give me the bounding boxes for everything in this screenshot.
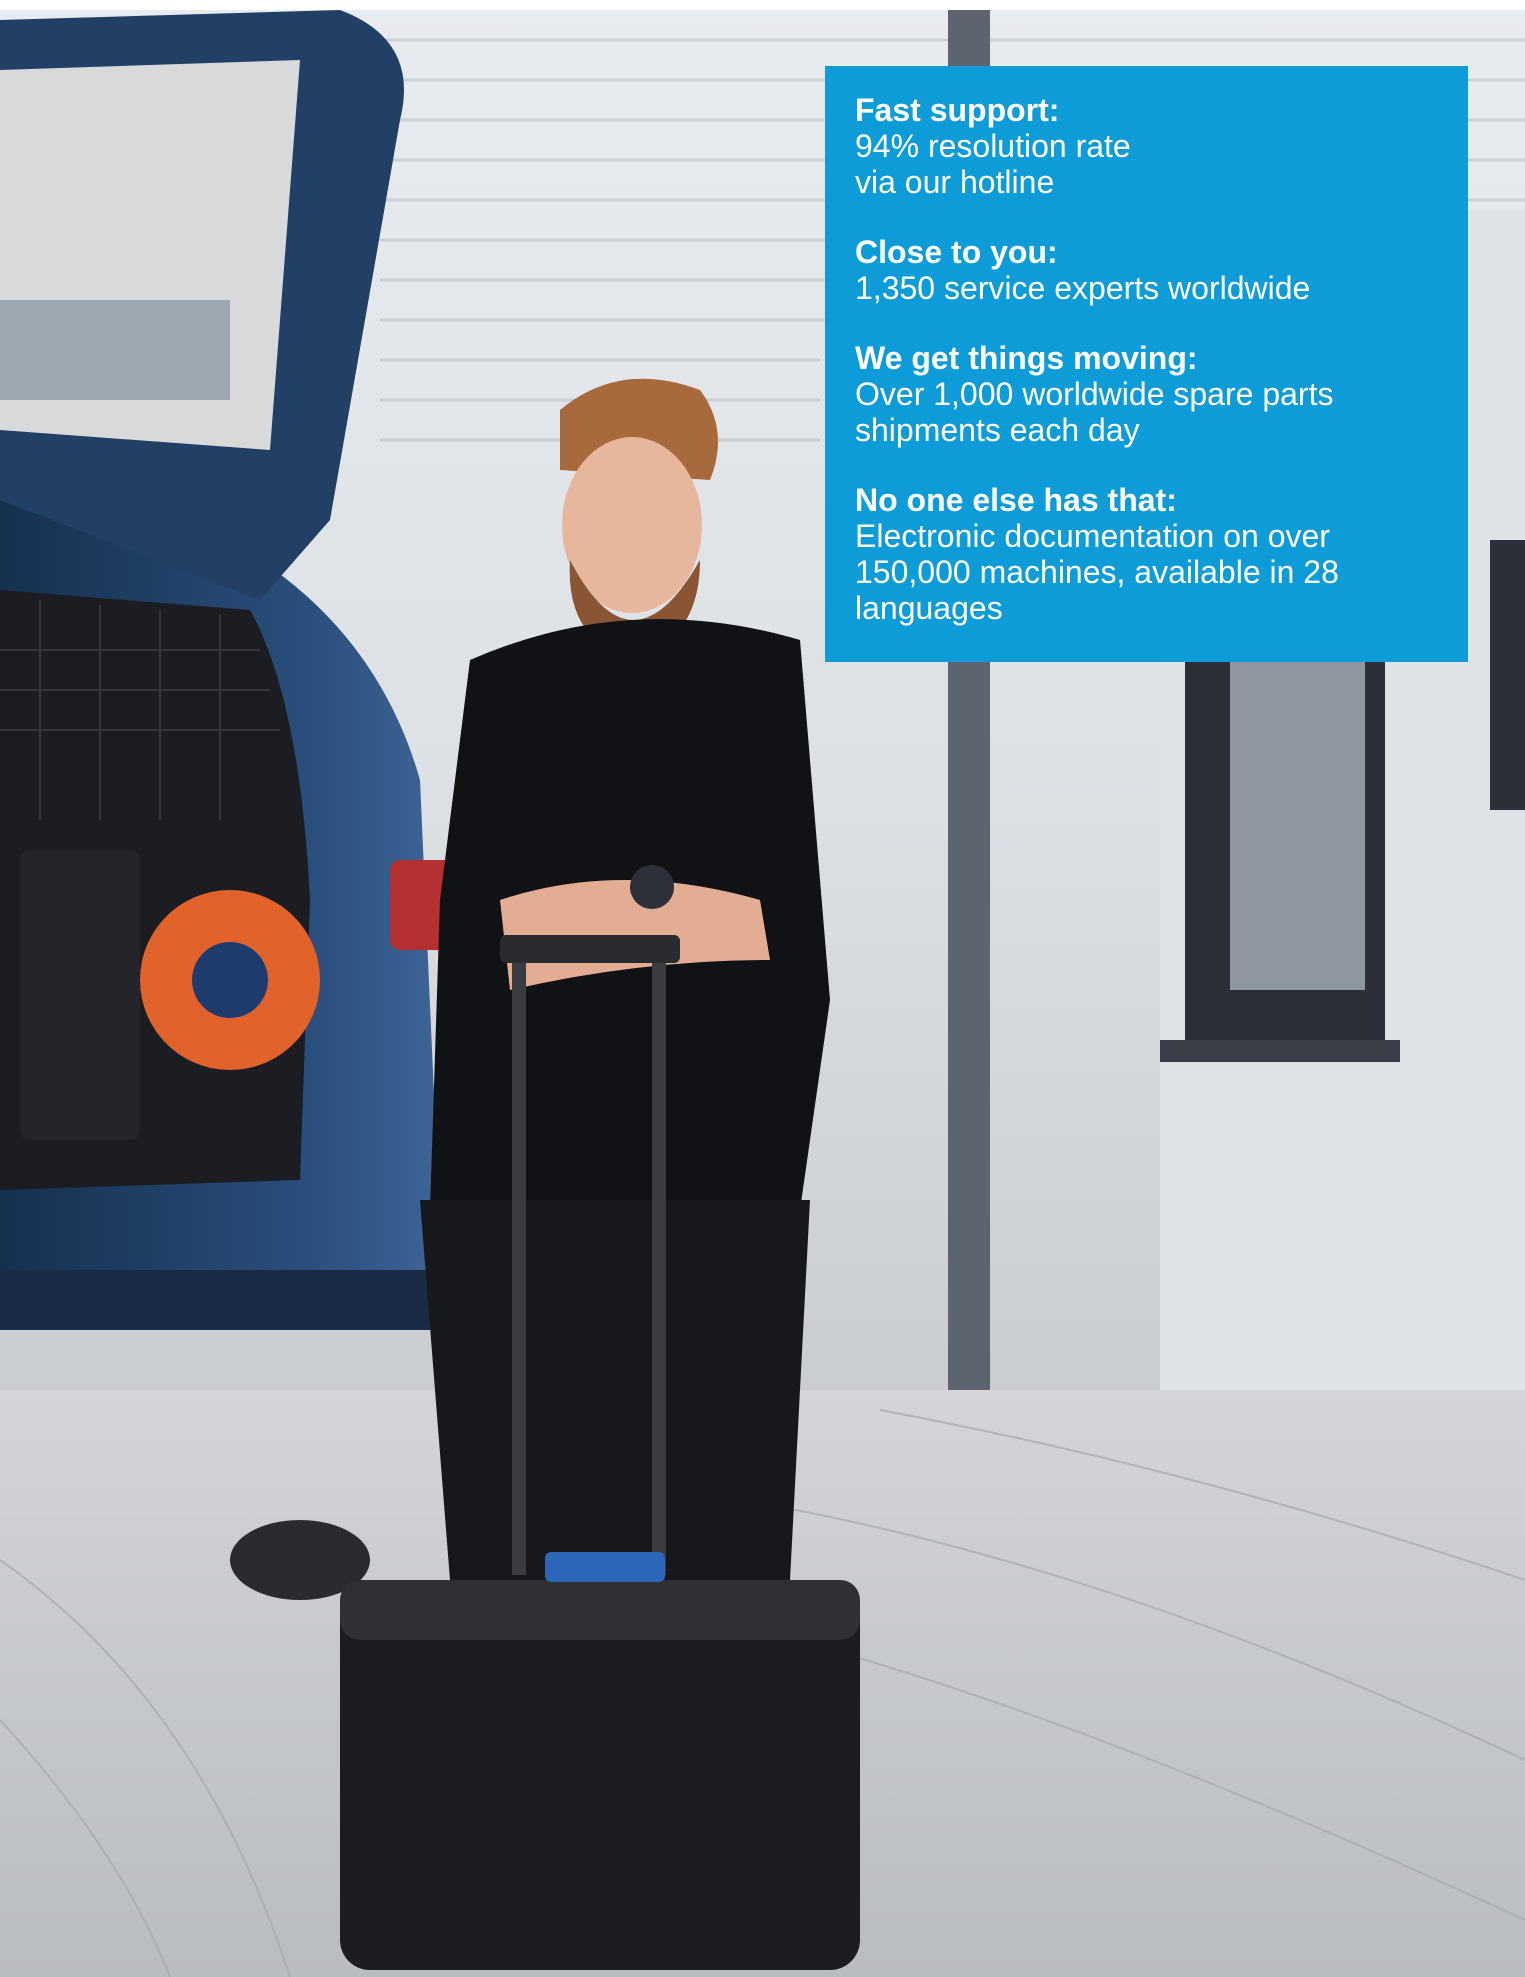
cable-reel-hub — [192, 942, 268, 1018]
bumper — [0, 1270, 440, 1330]
fact-things-moving: We get things moving: Over 1,000 worldwi… — [855, 340, 1438, 448]
suitcase-latch — [545, 1552, 665, 1582]
fact-close-to-you: Close to you: 1,350 service experts worl… — [855, 234, 1438, 306]
fact-fast-support: Fast support: 94% resolution rate via ou… — [855, 92, 1438, 200]
fact-documentation: No one else has that: Electronic documen… — [855, 482, 1438, 626]
fact-heading: No one else has that: — [855, 482, 1177, 518]
fact-heading: We get things moving: — [855, 340, 1198, 376]
window-right — [1490, 540, 1525, 810]
fact-heading: Fast support: — [855, 92, 1060, 128]
fact-text: 1,350 service experts worldwide — [855, 270, 1311, 306]
photo-stage: Fast support: 94% resolution rate via ou… — [0, 0, 1525, 1977]
top-margin — [0, 0, 1525, 10]
trolley-handle-right — [652, 955, 666, 1575]
fact-text: Electronic documentation on over 150,000… — [855, 518, 1339, 626]
window-glass — [1230, 660, 1365, 990]
rear-window — [0, 300, 230, 400]
trousers — [420, 1200, 810, 1580]
ledge — [1160, 1040, 1400, 1062]
trolley-handle-left — [512, 955, 526, 1575]
suitcase-rim — [340, 1580, 860, 1640]
trolley-handle-top — [500, 935, 680, 963]
watch — [630, 865, 674, 909]
fact-heading: Close to you: — [855, 234, 1058, 270]
fact-text: Over 1,000 worldwide spare parts shipmen… — [855, 376, 1334, 448]
service-facts-box: Fast support: 94% resolution rate via ou… — [825, 66, 1468, 662]
fact-text: 94% resolution rate via our hotline — [855, 128, 1131, 200]
tool-case — [20, 850, 140, 1140]
